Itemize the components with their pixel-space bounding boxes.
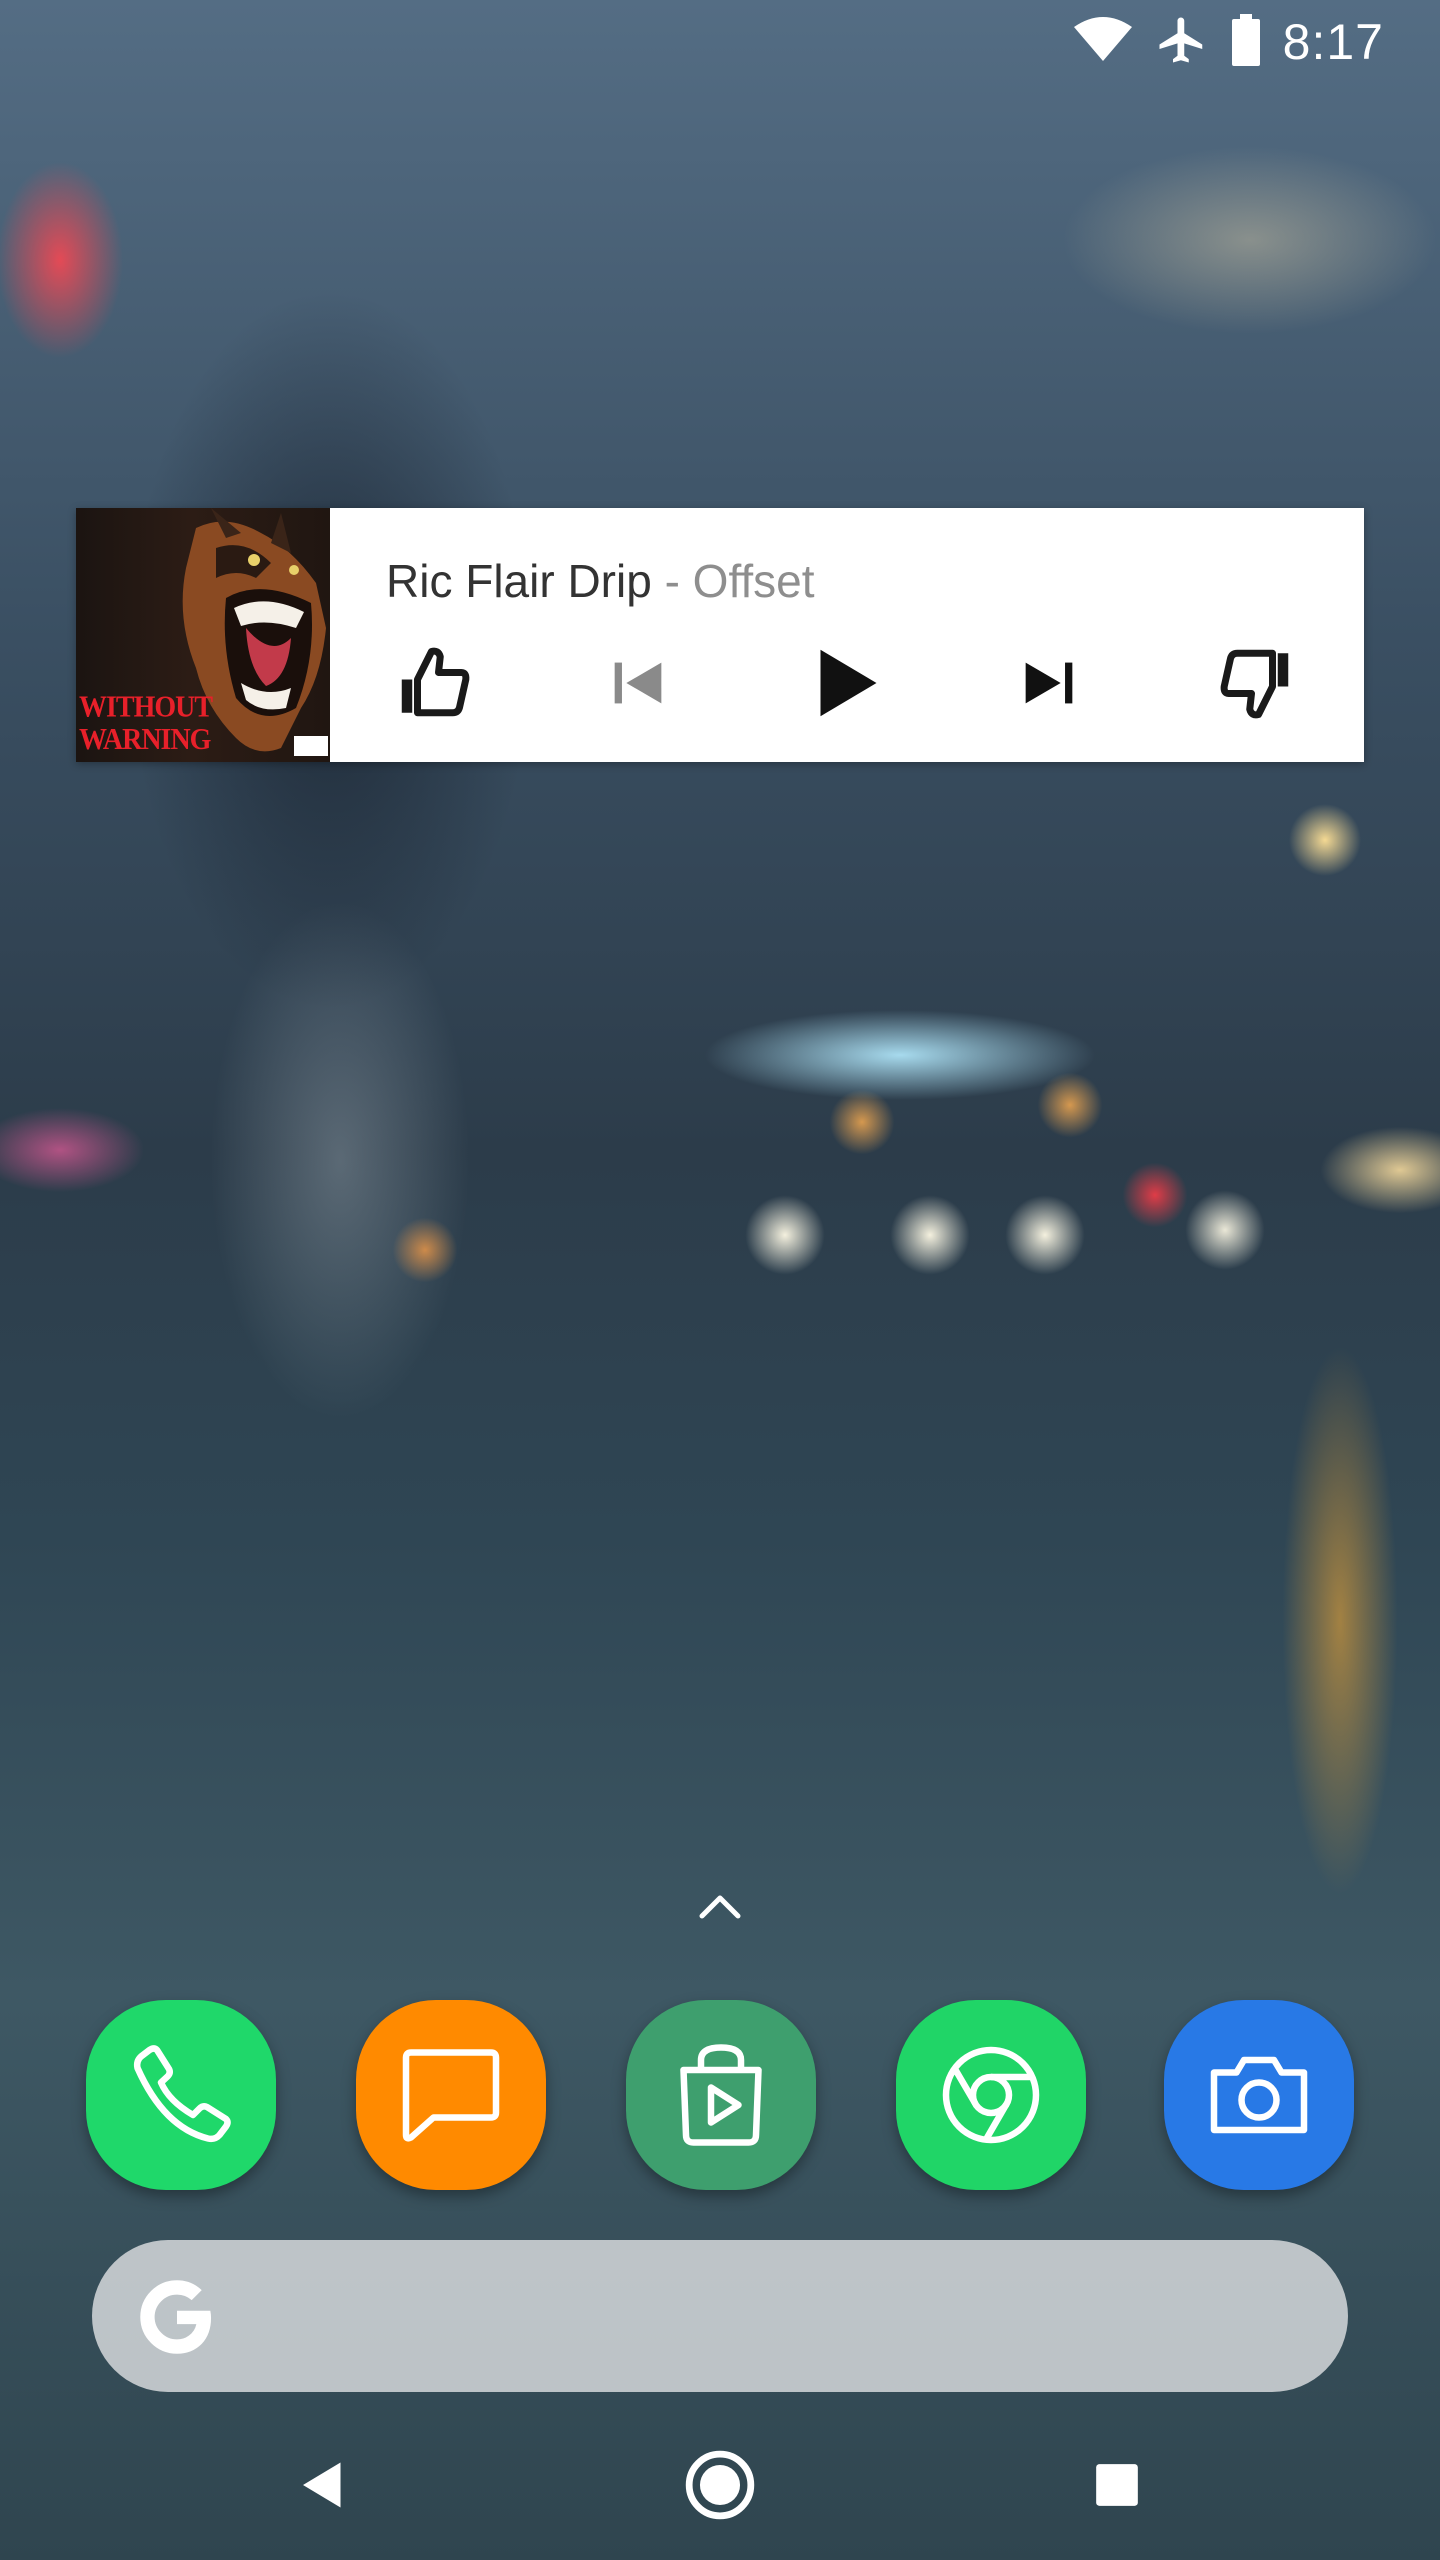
google-search-bar[interactable] (92, 2240, 1348, 2392)
clock: 8:17 (1282, 14, 1384, 70)
chrome-app[interactable] (896, 2000, 1086, 2190)
widget-body: Ric Flair Drip - Offset (330, 508, 1364, 762)
recents-icon (1096, 2464, 1138, 2506)
home-button[interactable] (665, 2430, 775, 2540)
message-icon (402, 2049, 500, 2142)
status-bar: 8:17 (0, 0, 1440, 84)
battery-icon (1231, 13, 1261, 72)
album-art-title: WITHOUT WARNING (79, 690, 213, 757)
phone-icon (133, 2045, 231, 2143)
play-store-icon (680, 2044, 762, 2146)
title-artist-separator: - (664, 555, 680, 607)
now-playing: Ric Flair Drip - Offset (386, 554, 815, 608)
thumbs-down-icon (1220, 649, 1289, 719)
play-button[interactable] (800, 638, 890, 728)
album-art[interactable]: WITHOUT WARNING (76, 508, 330, 762)
app-drawer-arrow[interactable] (690, 1880, 750, 1930)
parental-advisory-badge (294, 736, 328, 756)
camera-icon (1210, 2056, 1308, 2134)
back-icon (303, 2462, 341, 2508)
play-icon (820, 649, 877, 717)
airplane-mode-icon (1155, 13, 1209, 72)
song-title: Ric Flair Drip (386, 555, 652, 607)
home-icon (685, 2450, 755, 2520)
next-track-button[interactable] (1004, 638, 1094, 728)
thumbs-up-button[interactable] (390, 638, 480, 728)
wifi-icon (1073, 16, 1133, 68)
thumbs-up-icon (401, 647, 470, 717)
thumbs-down-button[interactable] (1210, 638, 1300, 728)
song-artist: Offset (692, 555, 815, 607)
chrome-icon (942, 2046, 1040, 2144)
camera-app[interactable] (1164, 2000, 1354, 2190)
phone-app[interactable] (86, 2000, 276, 2190)
google-g-icon (140, 2280, 212, 2354)
playback-controls (330, 638, 1364, 728)
music-widget[interactable]: WITHOUT WARNING Ric Flair Drip - Offset (76, 508, 1364, 762)
chevron-up-icon (699, 1895, 741, 1919)
previous-track-button[interactable] (593, 638, 683, 728)
play-store-app[interactable] (626, 2000, 816, 2190)
next-track-icon (1025, 662, 1073, 704)
messages-app[interactable] (356, 2000, 546, 2190)
previous-track-icon (614, 662, 662, 704)
status-icons: 8:17 (1073, 13, 1384, 72)
recents-button[interactable] (1062, 2430, 1172, 2540)
back-button[interactable] (268, 2430, 378, 2540)
